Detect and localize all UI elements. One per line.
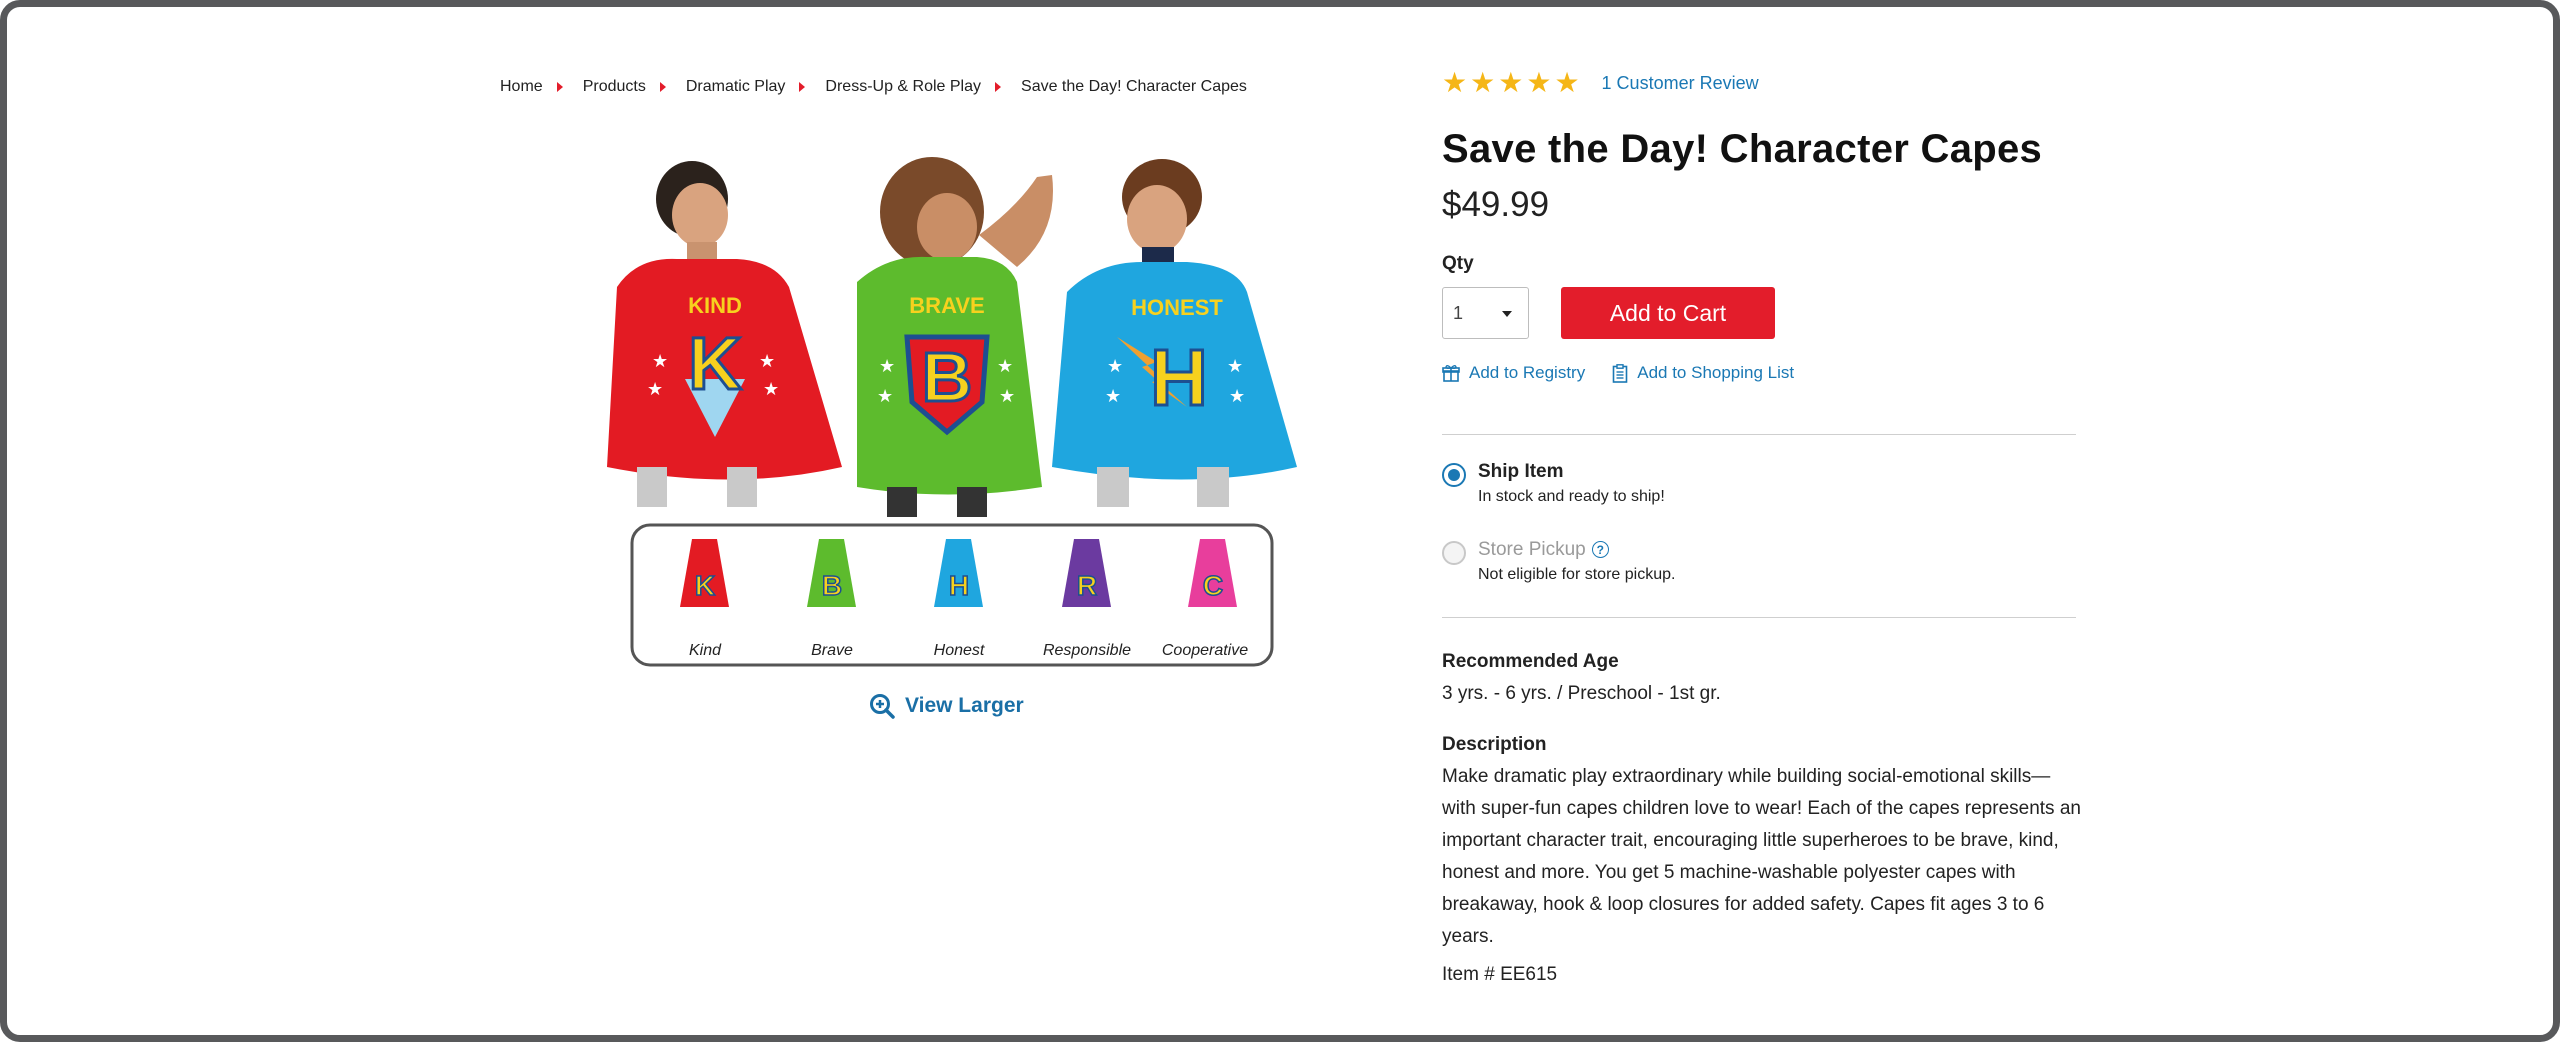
- chevron-right-icon: [799, 82, 806, 92]
- svg-text:★: ★: [999, 386, 1015, 406]
- breadcrumb-dramatic-play[interactable]: Dramatic Play: [686, 78, 786, 96]
- svg-text:★: ★: [759, 351, 775, 371]
- star-icon: ★: [1498, 67, 1524, 98]
- breadcrumb-dress-up[interactable]: Dress-Up & Role Play: [825, 78, 981, 96]
- customer-review-link[interactable]: 1 Customer Review: [1602, 73, 1759, 94]
- product-image[interactable]: KIND K ★ ★ ★ ★ BRAVE B ★ ★ ★ ★ HONEST H …: [597, 147, 1297, 687]
- store-pickup-radio[interactable]: [1442, 541, 1466, 565]
- qty-label: Qty: [1442, 253, 1474, 274]
- inset-letter-k: K: [695, 570, 715, 601]
- svg-text:★: ★: [1229, 386, 1245, 406]
- svg-text:★: ★: [997, 356, 1013, 376]
- store-pickup-title: Store Pickup: [1478, 539, 1586, 560]
- ship-item-option[interactable]: Ship Item In stock and ready to ship!: [1442, 461, 1665, 506]
- kid-brave-cape: BRAVE B ★ ★ ★ ★: [857, 157, 1053, 517]
- cape-word-kind: KIND: [688, 293, 742, 318]
- rating: ★ ★ ★ ★ ★ 1 Customer Review: [1442, 69, 1759, 97]
- store-pickup-status: Not eligible for store pickup.: [1478, 566, 1676, 583]
- inset-label-brave: Brave: [811, 642, 853, 659]
- star-icon: ★: [1442, 67, 1468, 98]
- product-title: Save the Day! Character Capes: [1442, 127, 2043, 171]
- recommended-age-value: 3 yrs. - 6 yrs. / Preschool - 1st gr.: [1442, 683, 1721, 704]
- chevron-down-icon: [1502, 311, 1512, 317]
- breadcrumb: Home Products Dramatic Play Dress-Up & R…: [500, 75, 1247, 99]
- star-icon: ★: [1554, 67, 1580, 98]
- inset-label-cooperative: Cooperative: [1162, 642, 1248, 659]
- help-icon[interactable]: ?: [1591, 541, 1609, 559]
- ship-item-radio[interactable]: [1442, 463, 1466, 487]
- star-icon: ★: [1470, 67, 1496, 98]
- breadcrumb-current: Save the Day! Character Capes: [1021, 78, 1247, 95]
- divider: [1442, 617, 2076, 618]
- browser-frame: Home Products Dramatic Play Dress-Up & R…: [0, 0, 2560, 1042]
- inset-letter-c: C: [1203, 570, 1223, 601]
- svg-text:★: ★: [652, 351, 668, 371]
- qty-value: 1: [1453, 302, 1464, 323]
- inset-label-kind: Kind: [689, 642, 722, 659]
- clipboard-icon: [1612, 363, 1628, 383]
- svg-text:★: ★: [877, 386, 893, 406]
- cape-word-brave: BRAVE: [909, 293, 984, 318]
- cape-letter-h: H: [1150, 333, 1208, 422]
- ship-item-title: Ship Item: [1478, 461, 1564, 482]
- breadcrumb-products[interactable]: Products: [583, 78, 646, 96]
- inset-letter-h: H: [949, 570, 969, 601]
- add-to-registry-label: Add to Registry: [1469, 363, 1586, 382]
- cape-lineup-inset: K Kind B Brave H Honest R Responsible C …: [630, 523, 1274, 667]
- aux-links: Add to Registry Add to Shopping List: [1442, 363, 1821, 383]
- inset-label-responsible: Responsible: [1043, 642, 1131, 659]
- cape-letter-b: B: [922, 338, 973, 416]
- svg-text:★: ★: [1107, 356, 1123, 376]
- item-number: Item # EE615: [1442, 964, 1558, 985]
- cape-word-honest: HONEST: [1131, 295, 1223, 320]
- zoom-in-icon: [870, 694, 895, 719]
- view-larger-label: View Larger: [905, 694, 1024, 717]
- chevron-right-icon: [659, 82, 666, 92]
- recommended-age-heading: Recommended Age: [1442, 651, 1619, 672]
- qty-select[interactable]: 1: [1442, 287, 1529, 339]
- add-to-shopping-list-label: Add to Shopping List: [1637, 363, 1795, 382]
- view-larger-link[interactable]: View Larger: [869, 693, 1024, 719]
- kid-kind-cape: KIND K ★ ★ ★ ★: [607, 161, 842, 507]
- chevron-right-icon: [995, 82, 1002, 92]
- kid-honest-cape: HONEST H ★ ★ ★ ★: [1052, 159, 1297, 507]
- svg-text:★: ★: [879, 356, 895, 376]
- star-icon: ★: [1526, 67, 1552, 98]
- cape-letter-k: K: [688, 322, 741, 405]
- svg-text:★: ★: [763, 379, 779, 399]
- ship-item-status: In stock and ready to ship!: [1478, 488, 1665, 505]
- svg-text:★: ★: [1227, 356, 1243, 376]
- add-to-cart-button[interactable]: Add to Cart: [1561, 287, 1775, 339]
- store-pickup-option[interactable]: Store Pickup? Not eligible for store pic…: [1442, 539, 1675, 584]
- inset-letter-r: R: [1077, 570, 1097, 601]
- chevron-right-icon: [556, 82, 563, 92]
- gift-icon: [1442, 365, 1460, 382]
- svg-text:★: ★: [1105, 386, 1121, 406]
- divider: [1442, 434, 2076, 435]
- inset-label-honest: Honest: [934, 642, 985, 659]
- breadcrumb-home[interactable]: Home: [500, 78, 543, 96]
- svg-text:★: ★: [647, 379, 663, 399]
- inset-letter-b: B: [822, 570, 842, 601]
- add-to-shopping-list-link[interactable]: Add to Shopping List: [1612, 363, 1794, 383]
- description-heading: Description: [1442, 734, 1547, 755]
- add-to-registry-link[interactable]: Add to Registry: [1442, 363, 1585, 383]
- product-price: $49.99: [1442, 185, 1550, 224]
- description-text: Make dramatic play extraordinary while b…: [1442, 766, 2081, 947]
